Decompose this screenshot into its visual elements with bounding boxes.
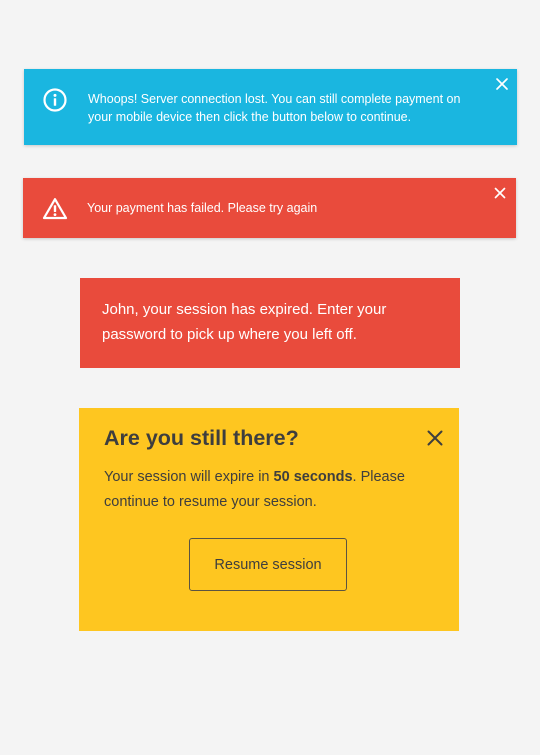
session-timeout-dialog: Are you still there? Your session will e… [79, 408, 459, 631]
close-icon[interactable] [495, 77, 509, 91]
dialog-title: Are you still there? [104, 426, 299, 450]
warning-triangle-icon [42, 198, 68, 220]
session-expired-message: John, your session has expired. Enter yo… [102, 301, 387, 343]
close-icon[interactable] [427, 430, 443, 446]
info-toast-message: Whoops! Server connection lost. You can … [88, 92, 461, 124]
resume-session-button[interactable]: Resume session [189, 538, 347, 591]
dialog-body-prefix: Your session will expire in [104, 469, 274, 485]
error-toast-message: Your payment has failed. Please try agai… [87, 201, 318, 215]
info-toast: Whoops! Server connection lost. You can … [24, 69, 517, 145]
session-expired-banner: John, your session has expired. Enter yo… [80, 278, 460, 368]
countdown-text: 50 seconds [273, 469, 353, 485]
error-toast: Your payment has failed. Please try agai… [23, 178, 516, 238]
info-circle-icon [43, 88, 67, 112]
dialog-body: Your session will expire in 50 seconds. … [104, 465, 424, 515]
close-icon[interactable] [494, 187, 506, 199]
